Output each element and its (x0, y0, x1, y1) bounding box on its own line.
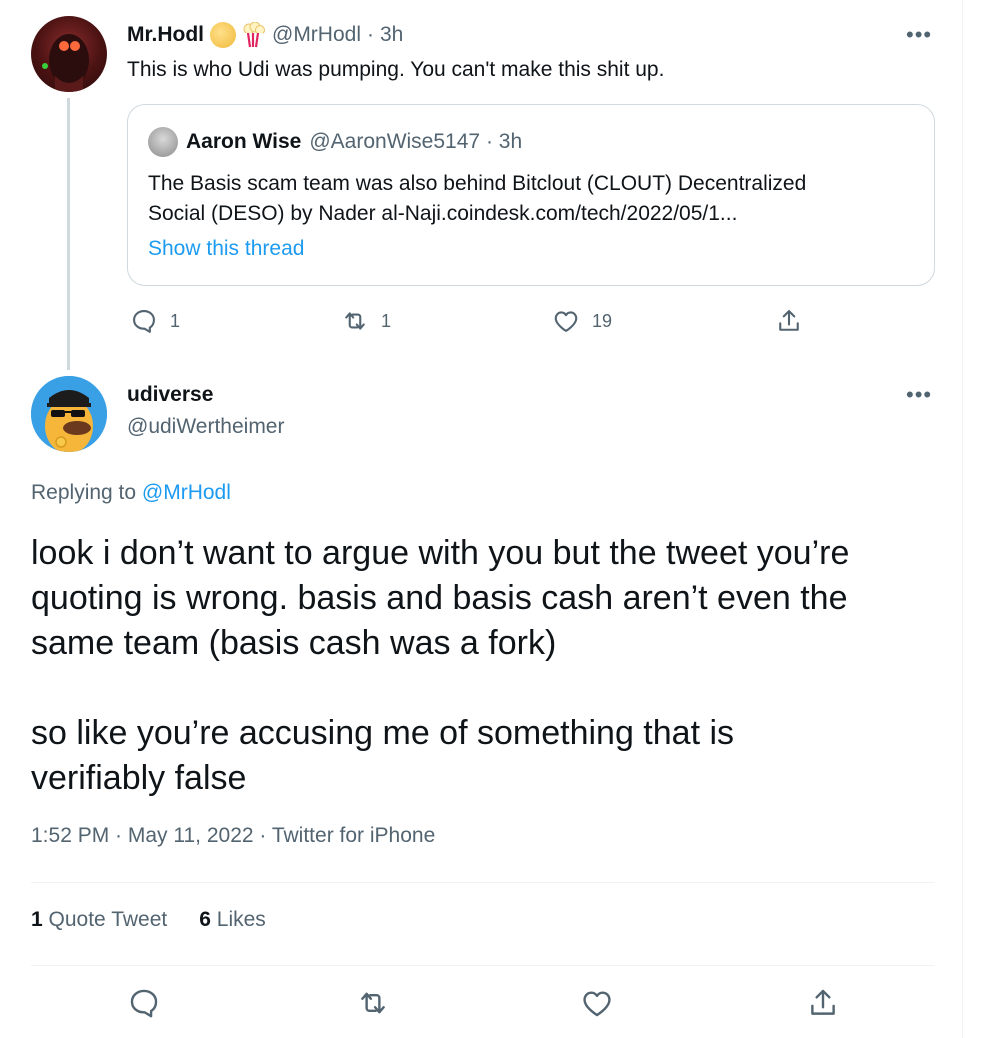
show-this-thread-link[interactable]: Show this thread (148, 237, 304, 261)
like-button[interactable]: 19 (552, 307, 612, 335)
replying-prefix: Replying to (31, 481, 137, 504)
avatar-mrhodl[interactable] (31, 16, 107, 92)
quote-tweets-stat[interactable]: 1 Quote Tweet (31, 908, 167, 932)
parent-tweet-text: This is who Udi was pumping. You can't m… (127, 58, 665, 81)
tweet-text-line: look i don’t want to argue with you but … (31, 534, 850, 572)
quoted-handle: @AaronWise5147 (309, 130, 481, 153)
quote-tweets-label: Quote Tweet (48, 908, 168, 931)
likes-label: Likes (216, 908, 266, 931)
reply-count: 1 (170, 310, 181, 331)
focal-handle[interactable]: @udiWertheimer (127, 415, 284, 439)
like-count: 19 (592, 310, 613, 331)
more-icon[interactable]: ••• (906, 384, 932, 406)
thread-connector-line (67, 98, 70, 370)
retweet-button[interactable] (356, 986, 390, 1020)
quoted-handle-time: @AaronWise5147 · 3h (309, 130, 522, 154)
replying-mention-link[interactable]: @MrHodl (142, 481, 231, 504)
reply-button[interactable]: 1 (130, 307, 180, 335)
tweet-text-line: verifiably false (31, 759, 247, 797)
share-icon (779, 310, 799, 331)
tweet-text-line: so like you’re accusing me of something … (31, 714, 735, 752)
focal-display-name[interactable]: udiverse (127, 383, 213, 407)
retweet-icon (361, 992, 385, 1014)
parent-handle[interactable]: @MrHodl (272, 23, 361, 47)
parent-display-name[interactable]: Mr.Hodl (127, 23, 204, 47)
divider (31, 965, 935, 966)
avatar-udiverse-image (31, 376, 107, 452)
replying-to: Replying to @MrHodl (31, 481, 231, 505)
share-button[interactable] (806, 986, 840, 1020)
moon-emoji-icon (210, 22, 236, 48)
more-icon[interactable]: ••• (906, 24, 932, 46)
tweet-stats: 1 Quote Tweet 6 Likes (31, 908, 266, 932)
column-border (962, 0, 963, 1038)
avatar-udiverse[interactable] (31, 376, 107, 452)
reply-icon (133, 310, 155, 333)
parent-timestamp[interactable]: 3h (380, 23, 403, 47)
tweet-text-line: same team (basis cash was a fork) (31, 624, 557, 662)
divider (31, 882, 935, 883)
quoted-text-line: The Basis scam team was also behind Bitc… (148, 172, 807, 195)
avatar-mrhodl-image (42, 34, 89, 92)
share-icon (811, 989, 835, 1015)
like-icon (554, 311, 578, 332)
separator-dot: · (367, 23, 374, 46)
popcorn-emoji-icon (242, 22, 266, 48)
quoted-tweet-header: Aaron Wise @AaronWise5147 · 3h (148, 127, 522, 157)
separator-dot: · (485, 130, 493, 153)
quoted-tweet-text: The Basis scam team was also behind Bitc… (148, 169, 928, 229)
retweet-icon (345, 312, 365, 330)
like-button[interactable] (580, 986, 614, 1020)
avatar-aaronwise (148, 127, 178, 157)
quote-tweets-count: 1 (31, 908, 43, 931)
retweet-button[interactable]: 1 (341, 307, 391, 335)
reply-icon (130, 989, 158, 1018)
tweet-timestamp-source[interactable]: 1:52 PM · May 11, 2022 · Twitter for iPh… (31, 824, 435, 848)
likes-count: 6 (199, 908, 211, 931)
quoted-tweet-card[interactable]: Aaron Wise @AaronWise5147 · 3h The Basis… (127, 104, 935, 286)
parent-tweet-header: Mr.Hodl @MrHodl · 3h (127, 20, 403, 50)
parent-tweet-actions: 1 1 19 (127, 305, 827, 341)
quoted-display-name: Aaron Wise (186, 130, 302, 153)
like-icon (583, 991, 611, 1017)
share-button[interactable] (775, 307, 803, 335)
quoted-timestamp: 3h (498, 130, 523, 153)
tweet-text-line: quoting is wrong. basis and basis cash a… (31, 579, 848, 617)
reply-button[interactable] (127, 986, 161, 1020)
retweet-count: 1 (381, 310, 392, 331)
focal-tweet-text: look i don’t want to argue with you but … (31, 531, 951, 801)
quoted-text-line: Social (DESO) by Nader al-Naji.coindesk.… (148, 202, 738, 225)
likes-stat[interactable]: 6 Likes (199, 908, 266, 932)
